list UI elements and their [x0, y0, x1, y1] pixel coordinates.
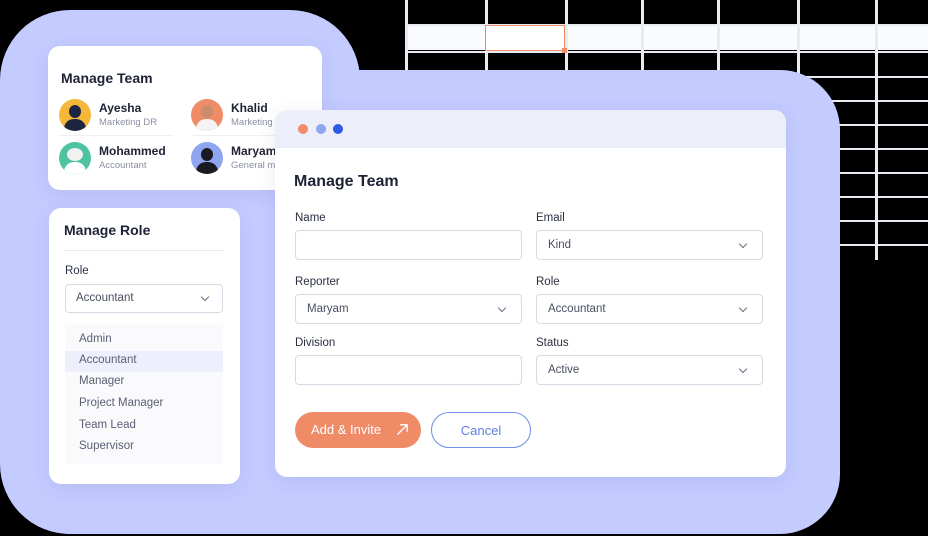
member-name: Maryam: [231, 143, 277, 158]
member-name: Ayesha: [99, 100, 142, 115]
status-label: Status: [536, 337, 569, 349]
window-titlebar: [275, 110, 786, 148]
member-name: Mohammed: [99, 143, 166, 158]
avatar: [59, 99, 91, 131]
role-option-supervisor[interactable]: Supervisor: [65, 437, 223, 458]
avatar: [191, 99, 223, 131]
name-label: Name: [295, 212, 326, 224]
role-option-project-manager[interactable]: Project Manager: [65, 394, 223, 415]
role-option-accountant[interactable]: Accountant: [65, 351, 223, 372]
member-role: Accountant: [99, 159, 147, 171]
reporter-select-value: Maryam: [307, 303, 349, 315]
window-dot-light-blue[interactable]: [316, 124, 326, 134]
email-label: Email: [536, 212, 565, 224]
manage-role-card: Manage Role Role Accountant Admin Accoun…: [49, 208, 240, 484]
team-card-title: Manage Team: [61, 70, 153, 86]
member-khalid[interactable]: Khalid Marketing: [191, 99, 273, 131]
reporter-select[interactable]: Maryam: [295, 294, 522, 324]
chevron-down-icon: [738, 364, 748, 374]
window-dot-blue[interactable]: [333, 124, 343, 134]
status-select[interactable]: Active: [536, 355, 763, 385]
role-option-team-lead[interactable]: Team Lead: [65, 416, 223, 437]
member-name: Khalid: [231, 100, 268, 115]
role-label: Role: [65, 265, 89, 277]
chevron-down-icon: [738, 239, 748, 249]
form-title: Manage Team: [294, 173, 399, 190]
arrow-up-right-icon: [397, 424, 408, 435]
email-select[interactable]: Kind: [536, 230, 763, 260]
member-role: Marketing DR: [99, 116, 158, 128]
member-mohammed[interactable]: Mohammed Accountant: [59, 142, 166, 174]
division-input[interactable]: [295, 355, 522, 385]
member-role: Marketing: [231, 116, 273, 128]
role-card-title: Manage Role: [64, 222, 151, 238]
avatar: [59, 142, 91, 174]
chevron-down-icon: [497, 303, 507, 313]
add-invite-button[interactable]: Add & Invite: [295, 412, 421, 448]
window-dot-red[interactable]: [298, 124, 308, 134]
selected-cell[interactable]: [485, 25, 567, 53]
avatar: [191, 142, 223, 174]
role-field-value: Accountant: [548, 303, 606, 315]
role-dropdown-list: Admin Accountant Manager Project Manager…: [65, 324, 223, 464]
name-input[interactable]: [295, 230, 522, 260]
add-invite-label: Add & Invite: [311, 422, 382, 437]
reporter-label: Reporter: [295, 276, 340, 288]
divider: [64, 250, 224, 251]
role-select[interactable]: Accountant: [65, 284, 223, 313]
role-field-label: Role: [536, 276, 560, 288]
member-ayesha[interactable]: Ayesha Marketing DR: [59, 99, 157, 131]
cancel-button[interactable]: Cancel: [431, 412, 531, 448]
role-select-value: Accountant: [76, 292, 134, 304]
division-label: Division: [295, 337, 336, 349]
role-field-select[interactable]: Accountant: [536, 294, 763, 324]
email-select-value: Kind: [548, 239, 572, 251]
member-maryam[interactable]: Maryam General m: [191, 142, 276, 174]
role-option-admin[interactable]: Admin: [65, 330, 223, 351]
chevron-down-icon: [200, 292, 210, 302]
status-select-value: Active: [548, 364, 580, 376]
member-role: General m: [231, 159, 276, 171]
role-option-manager[interactable]: Manager: [65, 372, 223, 393]
chevron-down-icon: [738, 303, 748, 313]
manage-team-form-window: Manage Team Name Email Kind Reporter Mar…: [275, 110, 786, 477]
